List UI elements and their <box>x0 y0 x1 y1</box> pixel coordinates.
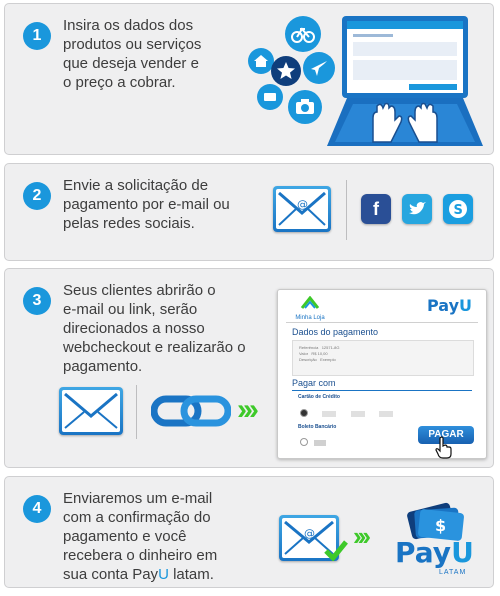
payu-latam-label: LATAM <box>439 569 467 576</box>
star-icon <box>271 56 301 86</box>
payu-logo: PayU <box>395 536 474 569</box>
payu-logo-small: PayU <box>426 296 472 315</box>
pay-divider <box>292 390 472 391</box>
step-number-2: 2 <box>23 182 51 210</box>
email-icon <box>59 387 123 435</box>
step-3-text: Seus clientes abrirão o e-mail ou link, … <box>63 282 246 375</box>
credit-card-label: Cartão de Crédito <box>298 394 340 400</box>
email-icon: @ <box>273 186 331 232</box>
facebook-icon: f <box>361 194 391 224</box>
chevrons-icon: ››› <box>237 393 259 426</box>
cursor-hand-icon <box>434 436 454 460</box>
bicycle-icon <box>285 16 321 52</box>
step-2-text: Envie a solicitação de pagamento por e-m… <box>63 177 230 232</box>
chevrons-icon: ››› <box>353 521 371 551</box>
link-icon <box>150 391 232 431</box>
step-1-panel: 1 Insira os dados dos produtos ou serviç… <box>4 3 494 155</box>
twitter-icon <box>402 194 432 224</box>
step-2-panel: 2 Envie a solicitação de pagamento por e… <box>4 163 494 261</box>
checkout-window: Minha Loja PayU Dados do pagamento Refer… <box>277 289 487 459</box>
store-logo: Minha Loja <box>292 295 328 321</box>
step-4-panel: 4 Enviaremos um e-mail com a confirmação… <box>4 476 494 588</box>
step-number-4: 4 <box>23 495 51 523</box>
card-icon <box>257 84 283 110</box>
camera-icon <box>288 90 322 124</box>
payment-details-box: Referência 12571-8G Valor R$ 10,00 Descr… <box>292 340 474 376</box>
step-3-panel: 3 Seus clientes abrirão o e-mail ou link… <box>4 268 494 468</box>
checkmark-icon <box>323 539 349 562</box>
divider <box>346 180 347 240</box>
section-title: Dados do pagamento <box>292 327 379 337</box>
step-1-text: Insira os dados dos produtos ou serviços… <box>63 17 202 91</box>
boleto-option[interactable] <box>300 433 330 446</box>
divider <box>136 385 137 439</box>
svg-text:@: @ <box>304 527 315 540</box>
step-number-3: 3 <box>23 287 51 315</box>
pay-with-label: Pagar com <box>292 378 336 388</box>
card-brands <box>300 404 410 417</box>
money-cards-icon: $ <box>403 497 467 541</box>
step-4-text: Enviaremos um e-mail com a confirmação d… <box>63 490 218 583</box>
skype-icon: S <box>443 194 473 224</box>
card-radio[interactable] <box>300 409 308 417</box>
header-divider <box>286 322 478 323</box>
hands-icon <box>367 100 443 144</box>
step-number-1: 1 <box>23 22 51 50</box>
boleto-label: Boleto Bancário <box>298 424 337 430</box>
svg-text:S: S <box>454 203 463 218</box>
svg-text:@: @ <box>297 198 308 211</box>
svg-text:$: $ <box>435 516 446 535</box>
